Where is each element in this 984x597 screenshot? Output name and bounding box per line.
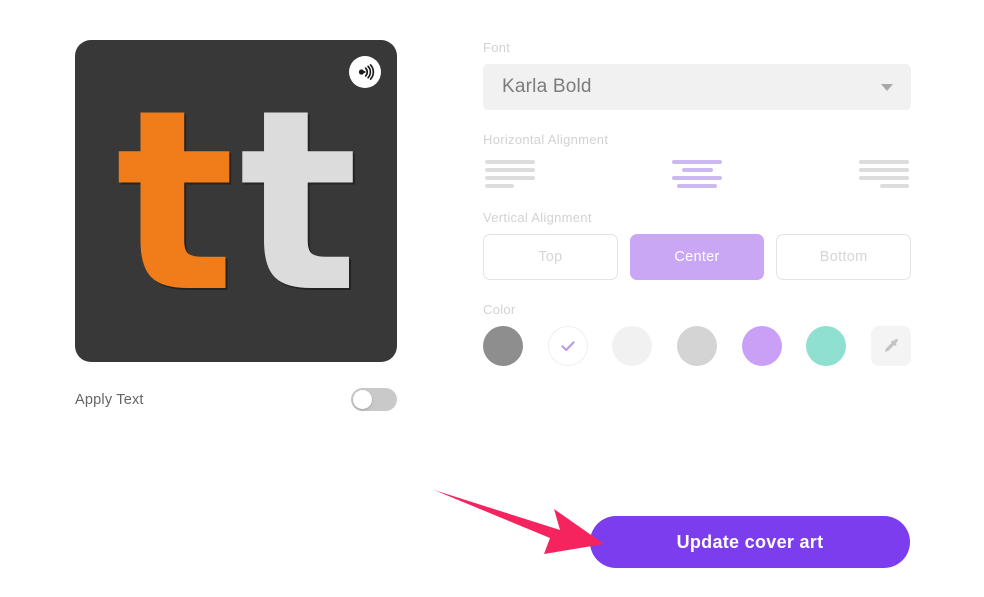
font-selected-value: Karla Bold xyxy=(502,76,592,97)
toggle-knob xyxy=(353,390,372,409)
vertical-alignment-group: Vertical Alignment Top Center Bottom xyxy=(483,210,912,280)
color-swatch-white[interactable] xyxy=(547,326,588,366)
apply-text-label: Apply Text xyxy=(75,391,144,408)
color-swatches xyxy=(483,326,911,366)
valign-center-button[interactable]: Center xyxy=(629,234,765,280)
font-select[interactable]: Karla Bold xyxy=(483,64,911,110)
horizontal-alignment-options xyxy=(483,156,911,188)
color-swatch-off-white[interactable] xyxy=(612,326,653,366)
align-left-icon[interactable] xyxy=(485,160,535,188)
apply-text-toggle[interactable] xyxy=(351,388,397,411)
text-settings-panel: Font Karla Bold Horizontal Alignment Ver… xyxy=(483,40,912,366)
chevron-down-icon xyxy=(881,83,893,91)
podcast-broadcast-icon xyxy=(349,56,381,88)
cover-art-preview[interactable]: t t xyxy=(75,40,397,362)
update-cover-art-button[interactable]: Update cover art xyxy=(590,516,910,568)
red-arrow-annotation xyxy=(434,490,604,554)
horizontal-alignment-label: Horizontal Alignment xyxy=(483,132,609,147)
color-group: Color xyxy=(483,302,911,366)
color-swatch-teal[interactable] xyxy=(806,326,847,366)
color-label: Color xyxy=(483,302,516,317)
valign-top-button[interactable]: Top xyxy=(483,234,618,280)
color-swatch-light-gray[interactable] xyxy=(676,326,717,366)
color-swatch-purple[interactable] xyxy=(741,326,782,366)
apply-text-row: Apply Text xyxy=(75,388,397,411)
horizontal-alignment-group: Horizontal Alignment xyxy=(483,132,911,188)
eyedropper-icon[interactable] xyxy=(870,326,911,366)
valign-bottom-button[interactable]: Bottom xyxy=(776,234,912,280)
align-center-icon[interactable] xyxy=(672,160,722,188)
font-label: Font xyxy=(483,40,511,55)
vertical-alignment-label: Vertical Alignment xyxy=(483,210,592,225)
cover-art-panel: t t Apply Text xyxy=(75,40,405,411)
font-group: Font Karla Bold xyxy=(483,40,911,110)
align-right-icon[interactable] xyxy=(859,160,909,188)
check-icon xyxy=(561,341,575,352)
cover-art-letters: t t xyxy=(75,40,397,362)
vertical-alignment-options: Top Center Bottom xyxy=(483,234,912,280)
cover-letter-1: t xyxy=(115,55,235,347)
color-swatch-gray-dark[interactable] xyxy=(483,326,523,366)
cover-letter-2: t xyxy=(239,55,359,347)
